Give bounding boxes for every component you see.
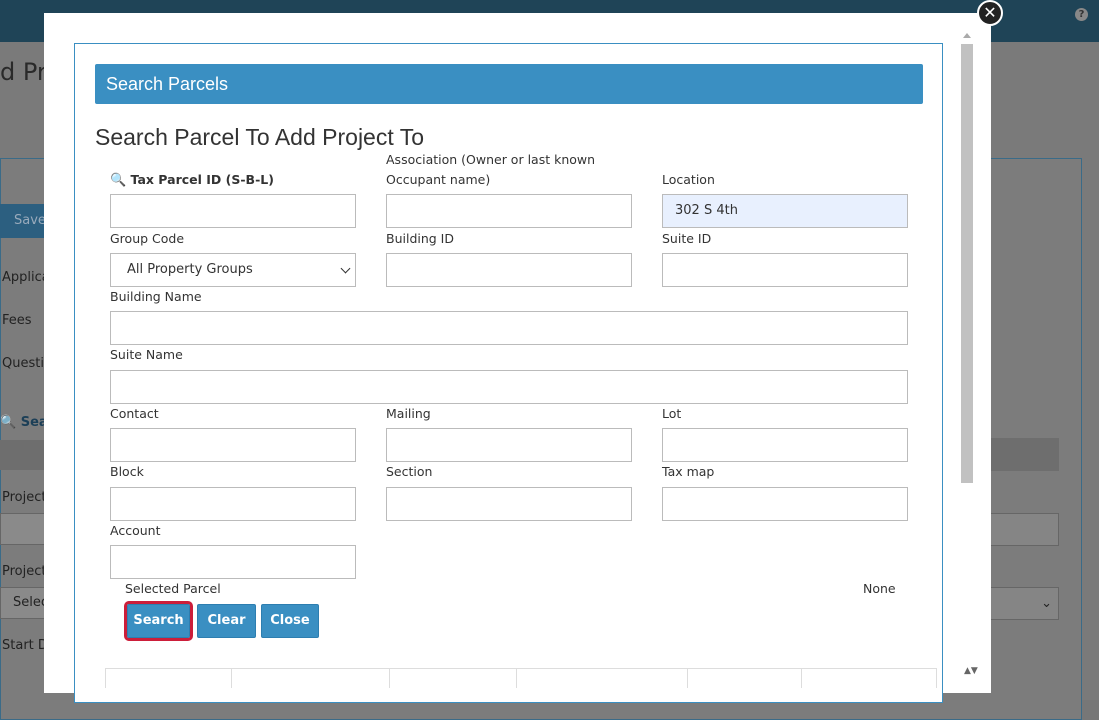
save-button: Save [0,204,46,238]
page-title: d Pr [0,58,47,86]
mailing-label: Mailing [386,406,431,421]
group-code-label: Group Code [110,231,185,246]
table-divider [801,668,802,688]
building-id-input[interactable] [386,253,632,287]
scroll-up-arrow-icon[interactable] [963,33,971,38]
sidebar-item-fees: Fees [2,313,32,328]
tax-parcel-label-text: Tax Parcel ID (S-B-L) [130,172,274,187]
group-code-value: All Property Groups [127,262,253,277]
table-divider [231,668,232,688]
block-input[interactable] [110,487,356,521]
search-button[interactable]: Search [124,601,193,641]
form-title: Search Parcel To Add Project To [95,124,425,150]
table-divider [389,668,390,688]
contact-input[interactable] [110,428,356,462]
sidebar-item-applications: Applica [2,270,50,285]
mailing-input[interactable] [386,428,632,462]
tax-map-label: Tax map [662,464,715,479]
suite-name-label: Suite Name [110,347,183,362]
location-input[interactable]: 302 S 4th [662,194,908,228]
lot-label: Lot [662,406,682,421]
table-divider [687,668,688,688]
block-label: Block [110,464,144,479]
background-right-select: ⌄ [990,587,1059,620]
table-divider [516,668,517,688]
panel-header: Search Parcels [95,64,923,104]
background-right-input [990,513,1059,546]
help-icon[interactable]: ? [1075,8,1088,21]
scrollbar-thumb[interactable] [961,44,973,483]
lot-input[interactable] [662,428,908,462]
association-label-line2: Occupant name) [386,172,491,187]
results-table-top [105,668,937,669]
search-icon: 🔍 [110,173,127,188]
table-divider [105,668,106,688]
building-name-input[interactable] [110,311,908,345]
building-name-label: Building Name [110,289,202,304]
clear-button[interactable]: Clear [197,604,256,638]
account-label: Account [110,523,161,538]
close-icon[interactable]: ✕ [977,0,1003,26]
table-divider [936,668,937,688]
contact-label: Contact [110,406,159,421]
scroll-down-arrow-icon[interactable]: ▲▼ [964,666,978,676]
group-code-select[interactable]: All Property Groups [110,253,356,287]
account-input[interactable] [110,545,356,579]
background-right-box [990,438,1059,471]
tax-map-input[interactable] [662,487,908,521]
tax-parcel-id-input[interactable] [110,194,356,228]
suite-id-label: Suite ID [662,231,712,246]
location-label: Location [662,172,715,187]
association-label-line1: Association (Owner or last known [386,152,596,167]
section-label: Section [386,464,433,479]
suite-name-input[interactable] [110,370,908,404]
association-input[interactable] [386,194,632,228]
building-id-label: Building ID [386,231,454,246]
selected-parcel-value: None [863,581,896,596]
search-parcels-panel: Search Parcels Search Parcel To Add Proj… [74,43,943,703]
close-button[interactable]: Close [261,604,319,638]
selected-parcel-label: Selected Parcel [125,581,221,596]
suite-id-input[interactable] [662,253,908,287]
tax-parcel-label: 🔍 Tax Parcel ID (S-B-L) [110,170,274,191]
search-link: 🔍 Sea [0,415,48,430]
chevron-down-icon [340,263,351,274]
section-input[interactable] [386,487,632,521]
